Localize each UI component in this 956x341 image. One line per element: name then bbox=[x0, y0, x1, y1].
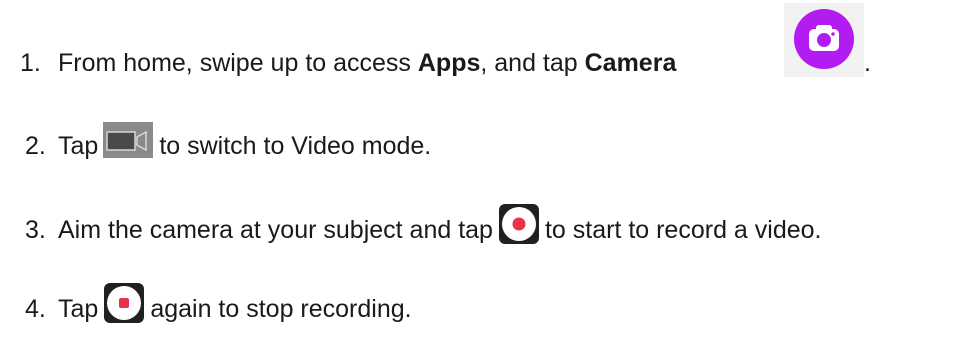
step-4: 4. Tap again to stop recording. bbox=[0, 283, 412, 329]
stop-button-icon bbox=[104, 283, 145, 323]
step-text-part: From home, swipe up to access bbox=[58, 49, 418, 77]
step-number: 2. bbox=[25, 132, 46, 160]
step-text: to switch to Video mode. bbox=[159, 132, 432, 160]
camera-app-circle bbox=[794, 9, 854, 69]
step-3: 3. Aim the camera at your subject and ta… bbox=[0, 204, 822, 250]
camera-app-icon bbox=[784, 3, 864, 77]
video-mode-icon bbox=[103, 122, 154, 158]
step-number: 1. bbox=[20, 49, 41, 77]
step-text-end: . bbox=[864, 49, 871, 77]
step-2: 2. Tap to switch to Video mode. bbox=[0, 122, 432, 164]
step-text: Tap bbox=[58, 132, 99, 160]
step-text: again to stop recording. bbox=[150, 295, 412, 323]
step-text: to start to record a video. bbox=[544, 216, 822, 244]
step-number: 3. bbox=[25, 216, 46, 244]
record-stop-icon bbox=[104, 283, 145, 323]
record-button-icon bbox=[498, 204, 539, 244]
apps-label: Apps bbox=[417, 49, 481, 77]
step-1: 1. From home, swipe up to access Apps, a… bbox=[0, 48, 871, 78]
step-text: Tap bbox=[58, 295, 99, 323]
video-camera-icon bbox=[106, 130, 148, 152]
record-start-icon bbox=[498, 204, 539, 244]
step-number: 4. bbox=[25, 295, 46, 323]
camera-glyph-icon bbox=[809, 25, 839, 51]
step-text: From home, swipe up to access Apps, and … bbox=[58, 48, 676, 78]
step-text-part: , and tap bbox=[480, 49, 585, 77]
step-text: Aim the camera at your subject and tap bbox=[58, 216, 493, 244]
camera-label: Camera bbox=[584, 49, 677, 77]
